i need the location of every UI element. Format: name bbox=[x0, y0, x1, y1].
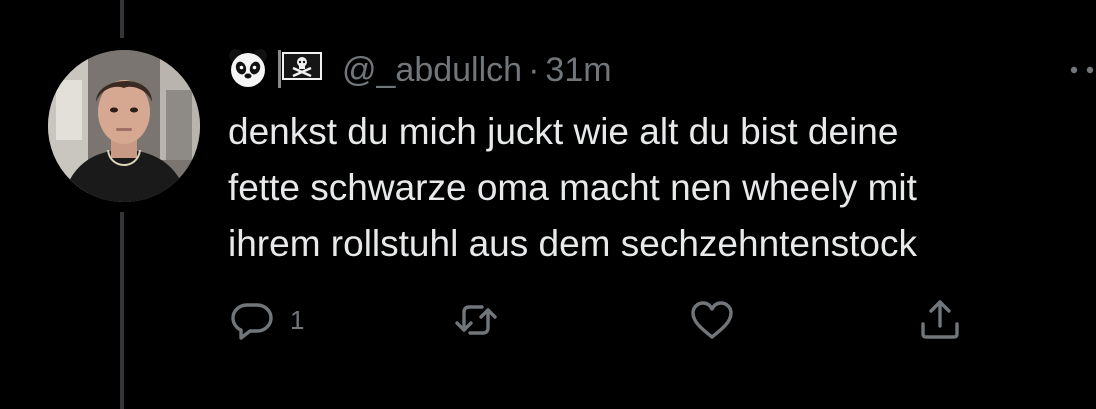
thread-line-bottom bbox=[120, 212, 124, 409]
reply-count: 1 bbox=[290, 304, 305, 335]
like-button[interactable] bbox=[688, 296, 736, 344]
reply-button[interactable]: 1 bbox=[228, 296, 304, 344]
panda-face-icon bbox=[228, 48, 268, 93]
retweet-button[interactable] bbox=[452, 296, 500, 344]
tweet-text: denkst du mich juckt wie alt du bist dei… bbox=[228, 111, 917, 264]
tweet-header: @_abdullch · 31m bbox=[228, 44, 612, 96]
share-icon bbox=[916, 296, 964, 344]
separator-dot: · bbox=[528, 50, 540, 89]
profile-photo bbox=[48, 50, 200, 202]
user-handle[interactable]: @_abdullch bbox=[342, 51, 522, 90]
retweet-icon bbox=[452, 296, 500, 344]
more-options-icon[interactable] bbox=[1066, 62, 1096, 78]
pirate-flag-icon bbox=[276, 48, 324, 93]
reply-icon bbox=[228, 296, 276, 344]
like-icon bbox=[688, 296, 736, 344]
avatar[interactable] bbox=[48, 50, 200, 202]
share-button[interactable] bbox=[916, 296, 964, 344]
tweet-timestamp[interactable]: 31m bbox=[545, 51, 611, 90]
thread-line-top bbox=[120, 0, 124, 38]
